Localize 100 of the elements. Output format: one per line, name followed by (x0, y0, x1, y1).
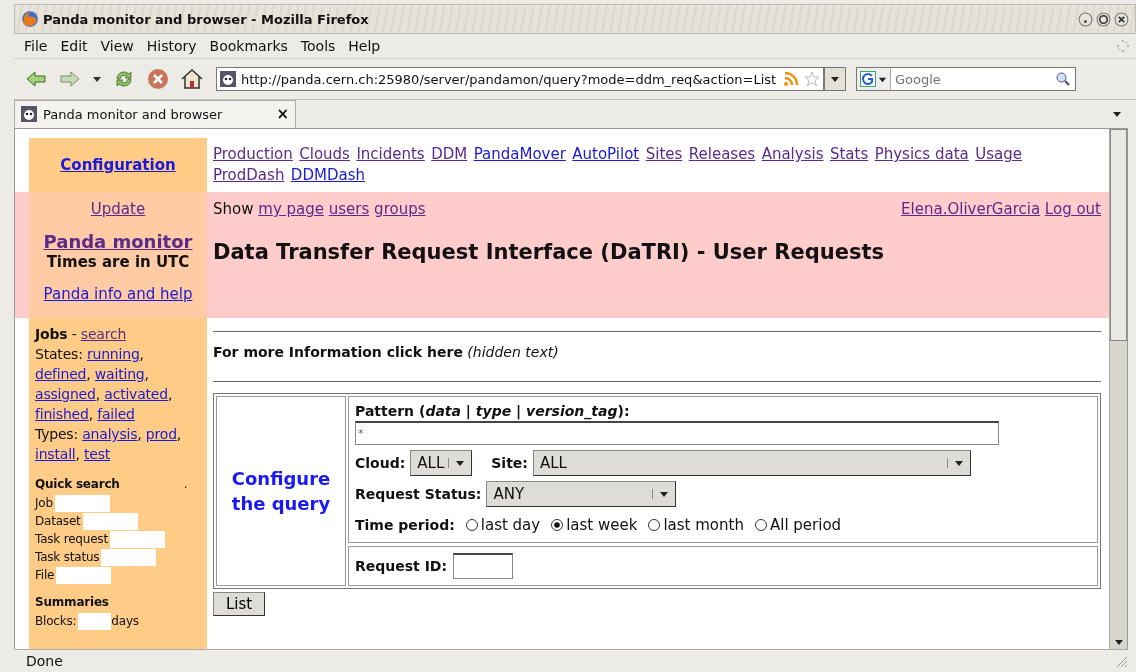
window-title: Panda monitor and browser - Mozilla Firefox (43, 11, 370, 27)
panda-monitor-link[interactable]: Panda monitor (43, 231, 193, 252)
star-icon[interactable] (804, 71, 820, 87)
unit-label: days (111, 613, 140, 630)
nav-link[interactable]: Incidents (356, 145, 425, 163)
panda-favicon-icon (21, 106, 37, 122)
menu-item[interactable]: File (24, 38, 48, 54)
comma: , (86, 366, 91, 382)
stop-icon[interactable] (146, 67, 170, 91)
dropdown-icon[interactable] (92, 74, 102, 84)
nav-link[interactable]: PandaMover (473, 145, 566, 163)
quick-search-field[interactable] (82, 512, 138, 530)
nav-link[interactable]: Production (213, 145, 293, 163)
state-link[interactable]: defined (35, 366, 87, 382)
pattern-label: Pattern (data | type | version_tag): (355, 403, 631, 419)
nav-link[interactable]: Releases (688, 145, 756, 163)
dot: . (183, 476, 188, 493)
period-radio[interactable]: last month (647, 515, 744, 534)
comma: , (95, 386, 100, 402)
field-label: Task status (35, 549, 101, 566)
state-link[interactable]: failed (97, 406, 135, 422)
state-link[interactable]: running (86, 346, 140, 362)
type-link[interactable]: install (35, 446, 76, 462)
nav-link[interactable]: Sites (645, 145, 683, 163)
field-label: Task request (35, 531, 109, 548)
type-link[interactable]: test (84, 446, 111, 462)
jobs-search-link[interactable]: search (80, 326, 127, 342)
resize-grip-icon[interactable] (1114, 654, 1128, 668)
tab-close-button[interactable]: × (276, 105, 289, 123)
summaries-heading: Summaries (35, 594, 109, 611)
minimize-icon[interactable] (1078, 11, 1093, 27)
history-dropdown-button[interactable] (824, 67, 846, 91)
address-field[interactable]: http://panda.cern.ch:25980/server/pandamon/query?mode=ddm_req&action=List (216, 67, 824, 91)
nav-link[interactable]: ProdDash (213, 166, 285, 184)
request-id-field[interactable] (453, 553, 514, 579)
search-field[interactable]: Google (856, 67, 1076, 91)
status-text: Done (25, 653, 64, 669)
list-button[interactable]: List (213, 592, 266, 616)
help-link[interactable]: Panda info and help (43, 285, 193, 303)
type-link[interactable]: analysis (82, 426, 138, 442)
state-link[interactable]: activated (104, 386, 168, 402)
menu-item[interactable]: Edit (60, 38, 88, 54)
nav-link[interactable]: Physics data (874, 145, 969, 163)
period-radio[interactable]: last day (464, 515, 541, 534)
scroll-down-icon[interactable] (1113, 637, 1124, 647)
menu-item[interactable]: Tools (300, 38, 336, 54)
site-dropdown[interactable]: ALL (532, 449, 971, 476)
menu-item[interactable]: Help (348, 38, 381, 54)
nav-link[interactable]: Stats (829, 145, 869, 163)
period-radio[interactable]: All period (753, 515, 842, 534)
quick-search-field[interactable] (109, 530, 165, 548)
period-radio[interactable]: last week (550, 515, 638, 534)
field-label: File (35, 567, 56, 584)
state-link[interactable]: waiting (94, 366, 145, 382)
quick-search-field[interactable] (54, 494, 110, 512)
pattern-field[interactable]: * (355, 421, 999, 445)
days-field[interactable] (78, 612, 112, 630)
quick-search-field[interactable] (56, 566, 112, 584)
throbber-icon (1116, 39, 1130, 53)
quick-search-field[interactable] (101, 548, 157, 566)
info-link[interactable]: For more Information click here (213, 344, 463, 360)
menu-item[interactable]: View (100, 38, 134, 54)
nav-link[interactable]: AutoPilot (572, 145, 640, 163)
browser-tab[interactable]: Panda monitor and browser × (14, 100, 296, 128)
cloud-dropdown[interactable]: ALL (410, 449, 473, 476)
field-label: Dataset (35, 513, 82, 530)
menu-item[interactable]: Bookmarks (209, 38, 288, 54)
nav-link[interactable]: DDM (431, 145, 468, 163)
state-link[interactable]: finished (35, 406, 89, 422)
scrollbar[interactable] (1109, 129, 1127, 649)
nav-link[interactable]: DDMDash (290, 166, 365, 184)
menu-item[interactable]: History (146, 38, 197, 54)
maximize-icon[interactable] (1096, 11, 1111, 27)
browser-logo-icon (21, 10, 39, 28)
search-icon[interactable] (1055, 71, 1071, 87)
show-link[interactable]: my page (258, 200, 324, 218)
tab-list-icon[interactable] (1112, 109, 1122, 119)
type-link[interactable]: prod (145, 426, 177, 442)
page-title: Data Transfer Request Interface (DaTRI) - User Requests (213, 240, 885, 264)
status-dropdown[interactable]: ANY (486, 480, 677, 507)
show-link[interactable]: users (328, 200, 370, 218)
home-icon[interactable] (180, 67, 204, 91)
timezone-note: Times are in UTC (46, 253, 190, 271)
update-link[interactable]: Update (90, 200, 146, 218)
caret-icon (830, 74, 840, 84)
user-link[interactable]: Elena.OliverGarcia (901, 200, 1041, 218)
rss-icon[interactable] (783, 71, 799, 87)
nav-link[interactable]: Usage (975, 145, 1022, 163)
state-link[interactable]: assigned (35, 386, 96, 402)
request-id-label: Request ID: (355, 558, 448, 574)
logout-link[interactable]: Log out (1044, 200, 1101, 218)
nav-link[interactable]: Clouds (299, 145, 350, 163)
comma: , (139, 346, 144, 362)
close-icon[interactable] (1114, 11, 1129, 27)
engine-selector[interactable] (857, 68, 891, 90)
field-label: Blocks: (35, 613, 78, 630)
show-link[interactable]: groups (374, 200, 426, 218)
nav-link[interactable]: Analysis (761, 145, 824, 163)
jobs-heading: Jobs (35, 326, 68, 342)
comma: , (88, 406, 93, 422)
